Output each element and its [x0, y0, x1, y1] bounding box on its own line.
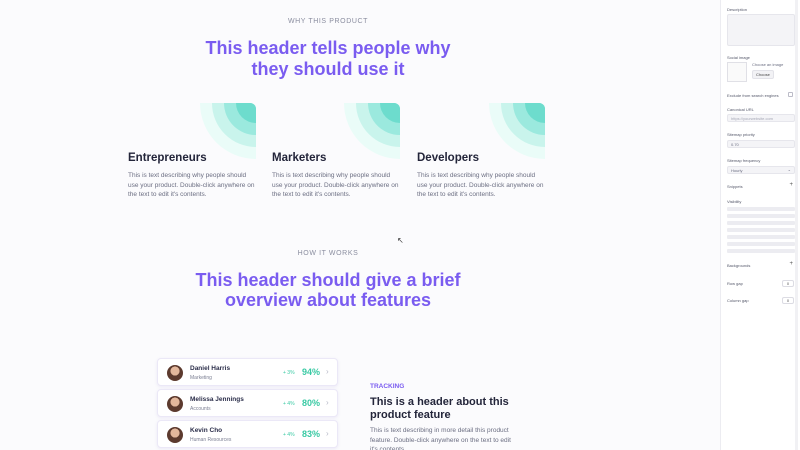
feature-title[interactable]: This is a header about this product feat…: [370, 396, 520, 422]
person-role: Marketing: [190, 375, 212, 381]
visibility-label: Visibility: [727, 199, 742, 204]
canonical-url-label: Canonical URL: [727, 107, 754, 112]
sitemap-frequency-value: Hourly: [731, 168, 743, 173]
feature-text[interactable]: This is text describing in more detail t…: [370, 426, 520, 450]
exclude-search-checkbox[interactable]: [788, 92, 793, 97]
section-title-line-2[interactable]: overview about features: [0, 290, 656, 311]
description-field[interactable]: [727, 14, 795, 46]
add-snippet-plus-icon[interactable]: +: [789, 182, 793, 188]
card-decoration: [200, 103, 256, 159]
person-row[interactable]: Kevin Cho Human Resources + 4% 83% ›: [157, 420, 338, 448]
section-title-line-1[interactable]: This header should give a brief: [0, 270, 656, 291]
avatar: [167, 365, 183, 381]
avatar: [167, 396, 183, 412]
person-name: Daniel Harris: [190, 365, 231, 372]
sitemap-frequency-label: Sitemap frequency: [727, 158, 761, 163]
person-name: Melissa Jennings: [190, 396, 244, 403]
person-name: Kevin Cho: [190, 427, 223, 434]
sitemap-priority-value: 0.70: [731, 142, 739, 147]
mouse-cursor-icon: ↖: [397, 236, 404, 245]
row-gap-input[interactable]: 0: [782, 280, 794, 287]
person-row[interactable]: Melissa Jennings Accounts + 4% 80% ›: [157, 389, 338, 417]
panel-scrollbar[interactable]: [795, 0, 798, 450]
feature-card[interactable]: Entrepreneurs This is text describing wh…: [128, 103, 256, 217]
section-eyebrow[interactable]: HOW IT WORKS: [0, 250, 656, 257]
visibility-option[interactable]: [727, 221, 795, 225]
sitemap-priority-input[interactable]: 0.70: [727, 140, 795, 148]
person-delta: + 3%: [283, 370, 295, 376]
feature-card[interactable]: Developers This is text describing why p…: [417, 103, 545, 217]
chevron-right-icon[interactable]: ›: [326, 398, 329, 407]
snippets-label: Snippets: [727, 184, 743, 189]
card-title[interactable]: Developers: [417, 152, 479, 164]
settings-panel: Description Social image Choose an image…: [720, 0, 800, 450]
exclude-search-label: Exclude from search engines: [727, 93, 779, 98]
visibility-option[interactable]: [727, 214, 795, 218]
add-background-plus-icon[interactable]: +: [789, 261, 793, 267]
canonical-url-placeholder: https://yourwebsite.com: [731, 116, 774, 121]
person-delta: + 4%: [283, 432, 295, 438]
card-text[interactable]: This is text describing why people shoul…: [128, 171, 256, 200]
description-label: Description: [727, 7, 748, 12]
person-row[interactable]: Daniel Harris Marketing + 3% 94% ›: [157, 358, 338, 386]
visibility-option[interactable]: [727, 235, 795, 239]
feature-eyebrow[interactable]: TRACKING: [370, 383, 404, 390]
sitemap-priority-label: Sitemap priority: [727, 132, 755, 137]
card-decoration: [489, 103, 545, 159]
social-image-label: Social image: [727, 55, 750, 60]
visibility-option[interactable]: [727, 242, 795, 246]
section-title-line-1[interactable]: This header tells people why: [0, 38, 656, 59]
visibility-option[interactable]: [727, 249, 795, 253]
sitemap-frequency-select[interactable]: Hourly ⌄: [727, 166, 795, 174]
person-percent: 83%: [302, 429, 321, 439]
chevron-down-icon: ⌄: [787, 167, 791, 172]
chevron-right-icon[interactable]: ›: [326, 429, 329, 438]
canonical-url-input[interactable]: https://yourwebsite.com: [727, 114, 795, 122]
chevron-right-icon[interactable]: ›: [326, 367, 329, 376]
card-text[interactable]: This is text describing why people shoul…: [272, 171, 400, 200]
feature-card[interactable]: Marketers This is text describing why pe…: [272, 103, 400, 217]
card-text[interactable]: This is text describing why people shoul…: [417, 171, 545, 200]
avatar: [167, 427, 183, 443]
choose-image-label: Choose an image: [752, 62, 784, 67]
card-decoration: [344, 103, 400, 159]
column-gap-input[interactable]: 0: [782, 297, 794, 304]
card-title[interactable]: Entrepreneurs: [128, 152, 207, 164]
person-role: Human Resources: [190, 437, 232, 443]
page-canvas: WHY THIS PRODUCT This header tells peopl…: [0, 0, 720, 450]
person-delta: + 4%: [283, 401, 295, 407]
choose-image-button[interactable]: Choose: [752, 70, 774, 79]
backgrounds-label: Backgrounds: [727, 263, 751, 268]
visibility-option[interactable]: [727, 228, 795, 232]
card-title[interactable]: Marketers: [272, 152, 326, 164]
row-gap-label: Row gap: [727, 281, 743, 286]
section-eyebrow[interactable]: WHY THIS PRODUCT: [0, 18, 656, 25]
person-percent: 94%: [302, 367, 321, 377]
column-gap-label: Column gap: [727, 298, 749, 303]
section-title-line-2[interactable]: they should use it: [0, 59, 656, 80]
person-role: Accounts: [190, 406, 211, 412]
person-percent: 80%: [302, 398, 321, 408]
people-list: Daniel Harris Marketing + 3% 94% › Melis…: [157, 355, 338, 450]
visibility-option[interactable]: [727, 207, 795, 211]
social-image-preview[interactable]: [727, 62, 747, 82]
